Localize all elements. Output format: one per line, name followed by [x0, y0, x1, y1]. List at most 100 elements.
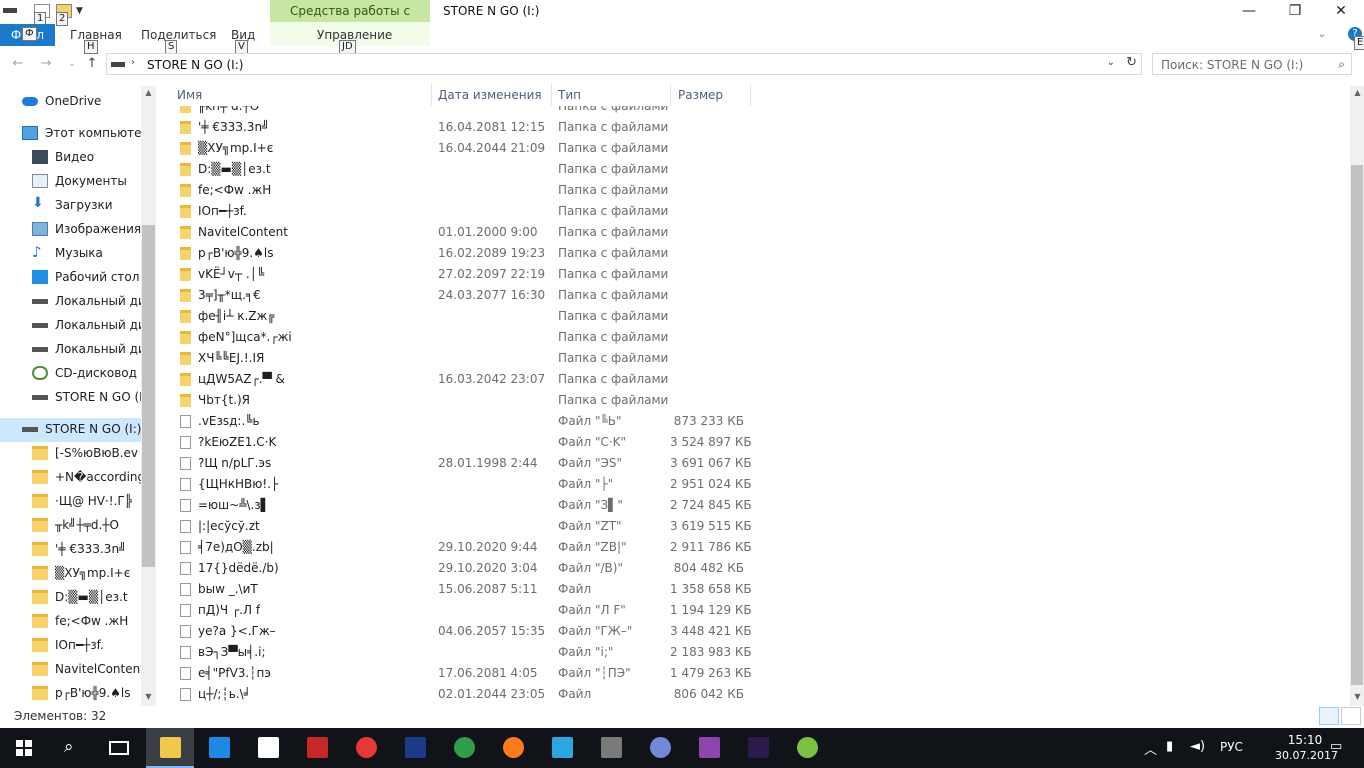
taskbar-app-button[interactable] — [293, 728, 341, 768]
column-divider[interactable] — [670, 84, 671, 106]
nav-item[interactable]: STORE N GO (I:) — [0, 386, 142, 410]
chevron-down-icon[interactable]: ⌄ — [1107, 57, 1115, 68]
table-row[interactable]: е╡"PfV3.┆пэ 17.06.2081 4:05 Файл "┆ПЭ" 1 47… — [170, 663, 770, 684]
table-row[interactable]: вЭ┐З▀ы╡.i; Файл "i;" 2 183 983 КБ — [170, 642, 770, 663]
table-row[interactable]: цДW5AZ┌.▀ & 16.03.2042 23:07 Папка с файла… — [170, 369, 770, 390]
nav-item[interactable]: OneDrive — [0, 90, 142, 114]
forward-arrow-icon[interactable]: → — [36, 54, 56, 74]
refresh-icon[interactable]: ↻ — [1126, 55, 1137, 70]
table-row[interactable]: 3╤]╥*щ.╕€ 24.03.2077 16:30 Папка с файлами — [170, 285, 770, 306]
nav-item[interactable]: IОп━┼зf. — [0, 634, 142, 658]
taskbar-app-button[interactable] — [685, 728, 733, 768]
nav-item[interactable]: NavitelContent — [0, 658, 142, 682]
taskbar-app-button[interactable] — [636, 728, 684, 768]
search-icon[interactable]: ⌕ — [1338, 57, 1345, 72]
column-size[interactable]: Размер — [678, 88, 723, 102]
address-bar[interactable]: › STORE N GO (I:) ⌄ ↻ — [106, 53, 1142, 75]
taskbar-app-button[interactable] — [342, 728, 390, 768]
table-row[interactable]: феN°]щса*.┌жi Папка с файлами — [170, 327, 770, 348]
nav-item[interactable]: fe;<Фw .жН — [0, 610, 142, 634]
nav-item[interactable]: Рабочий стол — [0, 266, 142, 290]
volume-icon[interactable]: ◄) — [1190, 739, 1205, 754]
column-divider[interactable] — [431, 84, 432, 106]
table-row[interactable]: IОп━┼зf. Папка с файлами — [170, 201, 770, 222]
taskbar-app-button[interactable] — [734, 728, 782, 768]
taskbar-app-button[interactable] — [489, 728, 537, 768]
nav-item[interactable]: р┌В'ю╬9.♠ls — [0, 682, 142, 706]
nav-item[interactable]: +N�according8хZ.hbd — [0, 466, 142, 490]
table-row[interactable]: ?Щ n/pLГ.эs 28.01.1998 2:44 Файл "ЭS" 3 691… — [170, 453, 770, 474]
clock-date[interactable]: 30.07.2017 — [1275, 749, 1338, 762]
search-button[interactable]: ⌕ — [48, 728, 96, 768]
table-row[interactable]: пД)Ч ┌.Л f Файл "Л F" 1 194 129 КБ — [170, 600, 770, 621]
nav-item[interactable]: Локальный дис — [0, 290, 142, 314]
table-row[interactable]: .vЕзsд:.╚ь Файл "╚Ь" 873 233 КБ — [170, 411, 770, 432]
large-icons-view-icon[interactable] — [1341, 707, 1361, 725]
ribbon-expand-icon[interactable]: ⌄ — [1310, 24, 1334, 48]
table-row[interactable]: D:▒▬▒│ез.t Папка с файлами — [170, 159, 770, 180]
nav-scrollbar-thumb[interactable] — [142, 225, 155, 567]
table-row[interactable]: |:|есўсў.zt Файл "ZT" 3 619 515 КБ — [170, 516, 770, 537]
details-view-icon[interactable] — [1319, 707, 1339, 725]
clock-time[interactable]: 15:10 — [1280, 733, 1330, 747]
close-button[interactable]: ✕ — [1318, 0, 1364, 24]
scroll-down-icon[interactable]: ▼ — [141, 692, 156, 701]
maximize-button[interactable]: ❐ — [1272, 0, 1318, 24]
table-row[interactable]: vKЁ┘v┬ .│╚ 27.02.2097 22:19 Папка с файлам… — [170, 264, 770, 285]
table-row[interactable]: =юш~╩\.з▌ Файл "З▌" 2 724 845 КБ — [170, 495, 770, 516]
column-date[interactable]: Дата изменения — [438, 88, 542, 102]
column-divider[interactable] — [750, 84, 751, 106]
customize-quick-access-icon[interactable]: ▼ — [76, 6, 92, 20]
table-row[interactable]: уе?а }<.Гж– 04.06.2057 15:35 Файл "ГЖ–" 3 4… — [170, 621, 770, 642]
table-row[interactable]: {ЩНкНВю!.├ Файл "├" 2 951 024 КБ — [170, 474, 770, 495]
column-type[interactable]: Тип — [558, 88, 581, 102]
tab-share[interactable]: Поделиться — [141, 28, 216, 42]
nav-item[interactable]: ▒XУ╗mp.I+є — [0, 562, 142, 586]
taskbar-app-button[interactable] — [146, 728, 194, 768]
table-row[interactable]: XЧ╚╚EJ.!.IЯ Папка с файлами — [170, 348, 770, 369]
taskbar-app-button[interactable] — [195, 728, 243, 768]
chevron-up-icon[interactable]: ︿ — [1144, 739, 1157, 758]
table-row[interactable]: 17{}dёdё./b) 29.10.2020 3:04 Файл "/B)" 804… — [170, 558, 770, 579]
scroll-up-icon[interactable]: ▲ — [141, 88, 156, 97]
taskbar-app-button[interactable] — [391, 728, 439, 768]
taskbar-app-button[interactable] — [244, 728, 292, 768]
network-icon[interactable]: ▮ — [1166, 739, 1173, 754]
list-scrollbar-thumb[interactable] — [1351, 165, 1363, 685]
table-row[interactable]: NavitelContent 01.01.2000 9:00 Папка с фай… — [170, 222, 770, 243]
chevron-right-icon[interactable]: › — [131, 57, 135, 68]
table-row[interactable]: фе╢i┴ к.Zж╔ Папка с файлами — [170, 306, 770, 327]
column-name[interactable]: Имя — [177, 88, 202, 102]
column-divider[interactable] — [551, 84, 552, 106]
taskbar-app-button[interactable] — [783, 728, 831, 768]
nav-item[interactable]: Изображения — [0, 218, 142, 242]
table-row[interactable]: р┌В'ю╬9.♠ls 16.02.2089 19:23 Папка с файла… — [170, 243, 770, 264]
nav-item[interactable]: [-S%юВюВ.ev├ — [0, 442, 142, 466]
start-button[interactable] — [0, 728, 48, 768]
nav-item[interactable]: ·Щ@ HV·!.Г╠ — [0, 490, 142, 514]
back-arrow-icon[interactable]: ← — [8, 54, 28, 74]
minimize-button[interactable]: — — [1226, 0, 1272, 24]
nav-item[interactable]: '╪ €З3З.3n╝ — [0, 538, 142, 562]
table-row[interactable]: '╪ €З3З.3n╝ 16.04.2081 12:15 Папка с файла… — [170, 117, 770, 138]
up-arrow-icon[interactable]: ↑ — [82, 54, 102, 74]
search-box[interactable]: Поиск: STORE N GO (I:) ⌕ — [1152, 53, 1352, 75]
table-row[interactable]: ц┼/;┆ь.\╛ 02.01.2044 23:05 Файл 806 042 КБ — [170, 684, 770, 705]
task-view-button[interactable] — [96, 728, 144, 768]
nav-item[interactable]: STORE N GO (I:) — [0, 418, 156, 442]
nav-item[interactable]: ╥k╝┼╤d.┼О — [0, 514, 142, 538]
nav-item[interactable]: ⬇ Загрузки — [0, 194, 142, 218]
nav-item[interactable]: D:▒▬▒│ез.t — [0, 586, 142, 610]
taskbar-app-button[interactable] — [587, 728, 635, 768]
table-row[interactable]: ╡7е)дО▒.zb| 29.10.2020 9:44 Файл "ZB|" 2 91… — [170, 537, 770, 558]
search-input[interactable]: Поиск: STORE N GO (I:) — [1161, 58, 1303, 72]
table-row[interactable]: ▒XУ╗mp.I+є 16.04.2044 21:09 Папка с файлам… — [170, 138, 770, 159]
table-row[interactable]: fe;<Фw .жН Папка с файлами — [170, 180, 770, 201]
scroll-up-icon[interactable]: ▲ — [1350, 88, 1364, 97]
table-row[interactable]: Чbт{t.)Я Папка с файлами — [170, 390, 770, 411]
recent-locations-icon[interactable]: ⌄ — [62, 54, 82, 74]
scroll-down-icon[interactable]: ▼ — [1350, 692, 1364, 701]
nav-item[interactable]: Документы — [0, 170, 142, 194]
nav-item[interactable]: Локальный дис — [0, 338, 142, 362]
language-indicator[interactable]: РУС — [1220, 740, 1243, 754]
